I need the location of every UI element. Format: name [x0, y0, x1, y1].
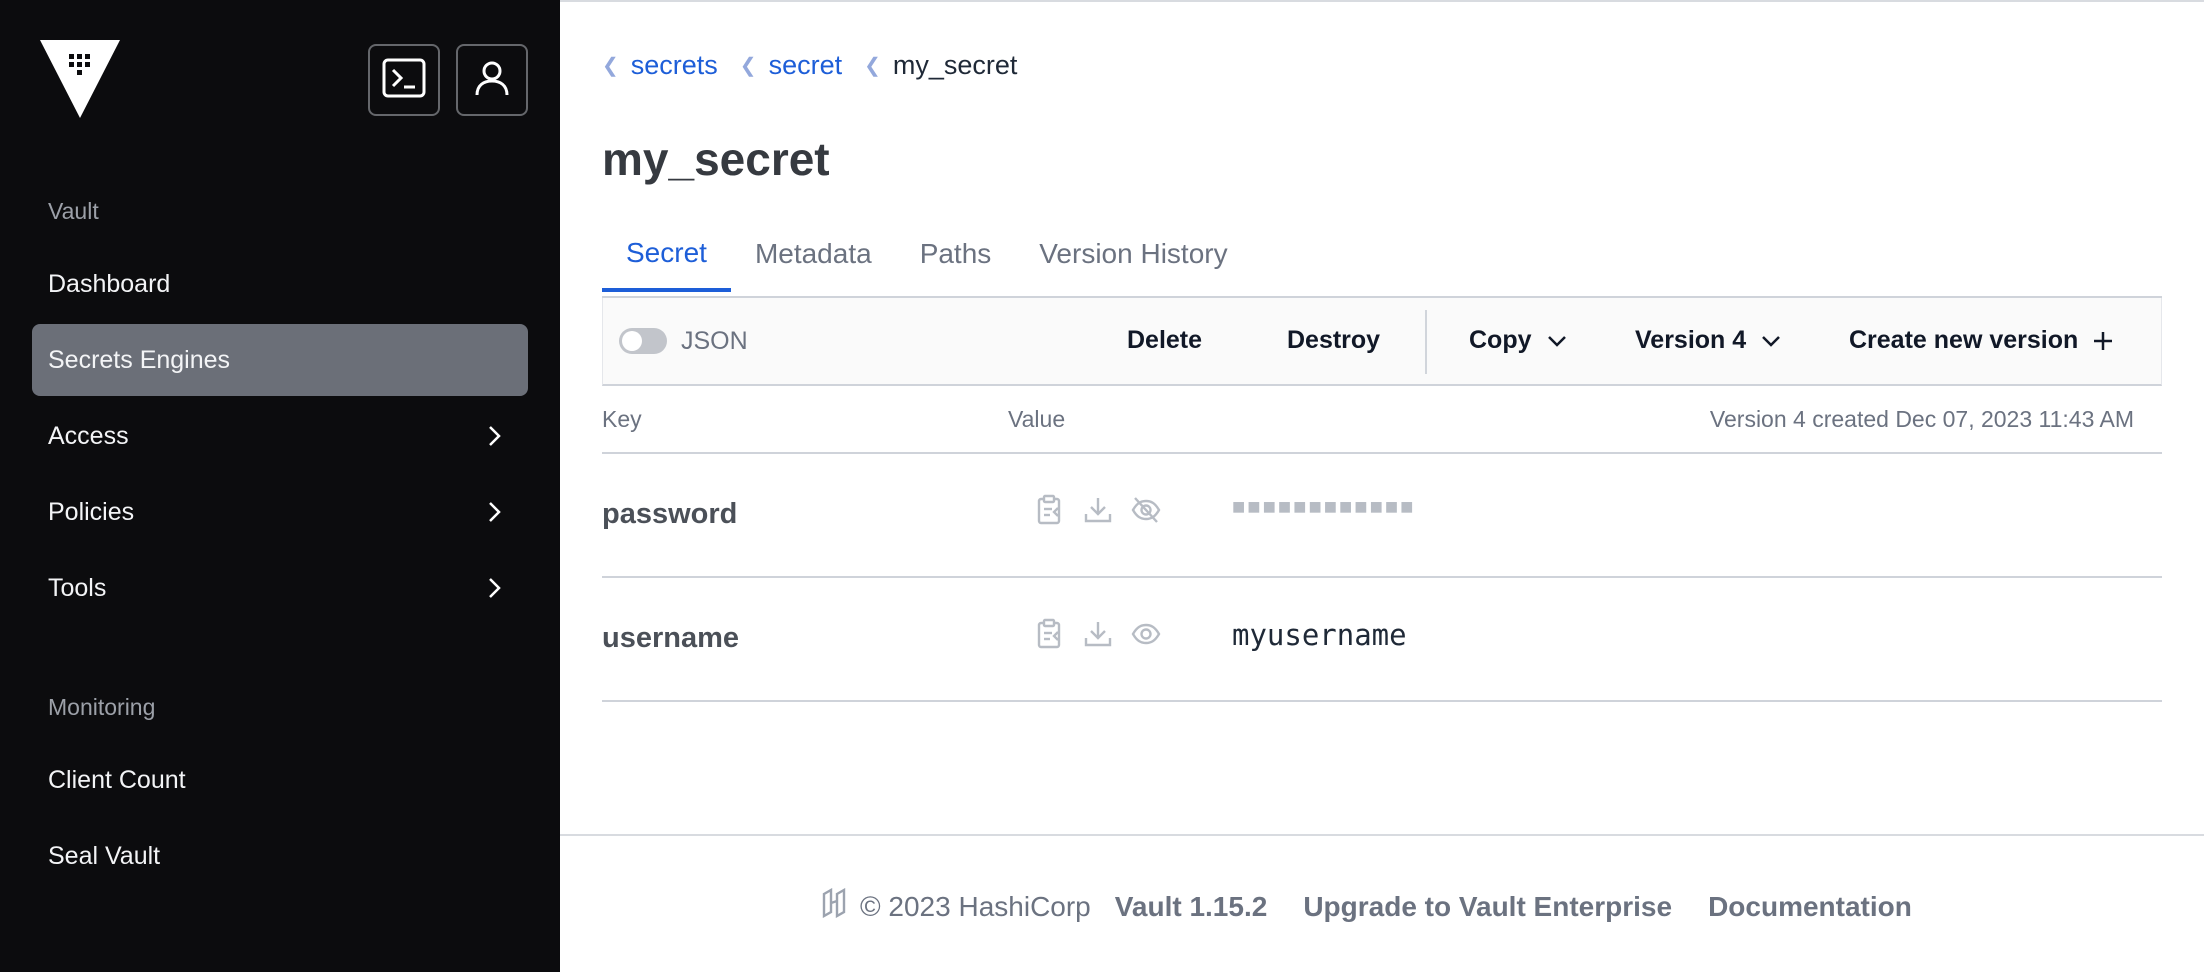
sidebar-item-label: Tools: [48, 573, 107, 602]
destroy-button[interactable]: Destroy: [1287, 326, 1380, 355]
chevron-down-icon: [1762, 335, 1781, 347]
sidebar: Vault Dashboard Secrets Engines Access P…: [0, 0, 560, 972]
upgrade-link[interactable]: Upgrade to Vault Enterprise: [1303, 891, 1672, 923]
breadcrumb-current: my_secret: [892, 50, 1018, 80]
toolbar-divider: [1425, 310, 1427, 374]
hashicorp-logo-icon: [820, 887, 848, 925]
documentation-link[interactable]: Documentation: [1708, 891, 1912, 923]
copyright-text: © 2023 HashiCorp: [860, 890, 1091, 922]
vault-version: Vault 1.15.2: [1114, 890, 1268, 922]
sidebar-item-seal-vault[interactable]: Seal Vault: [32, 820, 528, 892]
secret-value: myusername: [1232, 618, 1407, 652]
footer: © 2023 HashiCorp Vault 1.15.2 Upgrade to…: [560, 834, 2204, 972]
sidebar-item-client-count[interactable]: Client Count: [32, 744, 528, 816]
sidebar-item-label: Dashboard: [48, 269, 171, 298]
breadcrumb-link-secret[interactable]: secret: [769, 50, 843, 81]
version-dropdown[interactable]: Version 4: [1635, 326, 1782, 355]
sidebar-item-label: Seal Vault: [48, 841, 161, 870]
sidebar-item-dashboard[interactable]: Dashboard: [32, 248, 528, 320]
sidebar-item-label: Client Count: [48, 765, 186, 794]
nav-section-monitoring: Monitoring: [48, 694, 156, 720]
sidebar-item-label: Secrets Engines: [48, 345, 231, 374]
chevron-left-icon: ❮: [602, 55, 619, 77]
tab-secret[interactable]: Secret: [602, 218, 731, 292]
vault-logo-icon[interactable]: [40, 40, 120, 118]
value-column-header: Value: [1008, 406, 1066, 432]
tab-bar: Secret Metadata Paths Version History: [602, 226, 2162, 298]
table-row: username myusername: [602, 578, 2162, 702]
create-new-version-button[interactable]: Create new version: [1849, 326, 2114, 355]
secret-toolbar: JSON Delete Destroy Copy Version 4 Creat…: [602, 298, 2162, 386]
breadcrumb-link-secrets[interactable]: secrets: [631, 50, 718, 81]
plus-icon: [2094, 331, 2113, 350]
json-toggle-label: JSON: [681, 327, 748, 355]
terminal-icon: [382, 58, 426, 103]
sidebar-item-access[interactable]: Access: [32, 400, 528, 472]
eye-icon[interactable]: [1130, 618, 1162, 650]
sidebar-item-policies[interactable]: Policies: [32, 476, 528, 548]
delete-button[interactable]: Delete: [1127, 326, 1202, 355]
clipboard-copy-icon[interactable]: [1034, 618, 1066, 650]
masked-value: ■■■■■■■■■■■■: [1232, 494, 1416, 519]
tab-metadata[interactable]: Metadata: [731, 218, 896, 290]
version-created-info: Version 4 created Dec 07, 2023 11:43 AM: [1709, 406, 2134, 432]
download-icon[interactable]: [1082, 618, 1114, 650]
chevron-right-icon: [482, 500, 506, 524]
sidebar-item-secrets-engines[interactable]: Secrets Engines: [32, 324, 528, 396]
sidebar-item-label: Policies: [48, 497, 135, 526]
json-toggle[interactable]: [619, 328, 667, 354]
tab-paths[interactable]: Paths: [896, 218, 1016, 290]
chevron-right-icon: [482, 576, 506, 600]
secret-key: password: [602, 498, 738, 530]
tab-version-history[interactable]: Version History: [1015, 218, 1251, 290]
page-title: my_secret: [602, 133, 830, 185]
chevron-left-icon: ❮: [864, 55, 881, 77]
console-button[interactable]: [368, 44, 440, 116]
breadcrumb: ❮ secrets ❮ secret ❮ my_secret: [602, 50, 1039, 81]
secret-table-header: Key Value Version 4 created Dec 07, 2023…: [602, 386, 2162, 454]
secret-key: username: [602, 622, 740, 654]
download-icon[interactable]: [1082, 494, 1114, 526]
table-row: password ■■■■■■■■■■■■: [602, 454, 2162, 578]
sidebar-item-label: Access: [48, 421, 129, 450]
chevron-down-icon: [1547, 335, 1566, 347]
nav-section-vault: Vault: [48, 198, 99, 224]
clipboard-copy-icon[interactable]: [1034, 494, 1066, 526]
key-column-header: Key: [602, 406, 642, 432]
eye-off-icon[interactable]: [1130, 494, 1162, 526]
copy-dropdown[interactable]: Copy: [1469, 326, 1568, 355]
chevron-left-icon: ❮: [739, 55, 757, 77]
user-menu-button[interactable]: [456, 44, 528, 116]
user-icon: [472, 58, 512, 103]
chevron-right-icon: [482, 424, 506, 448]
sidebar-item-tools[interactable]: Tools: [32, 552, 528, 624]
main-content: ❮ secrets ❮ secret ❮ my_secret my_secret…: [560, 0, 2204, 972]
